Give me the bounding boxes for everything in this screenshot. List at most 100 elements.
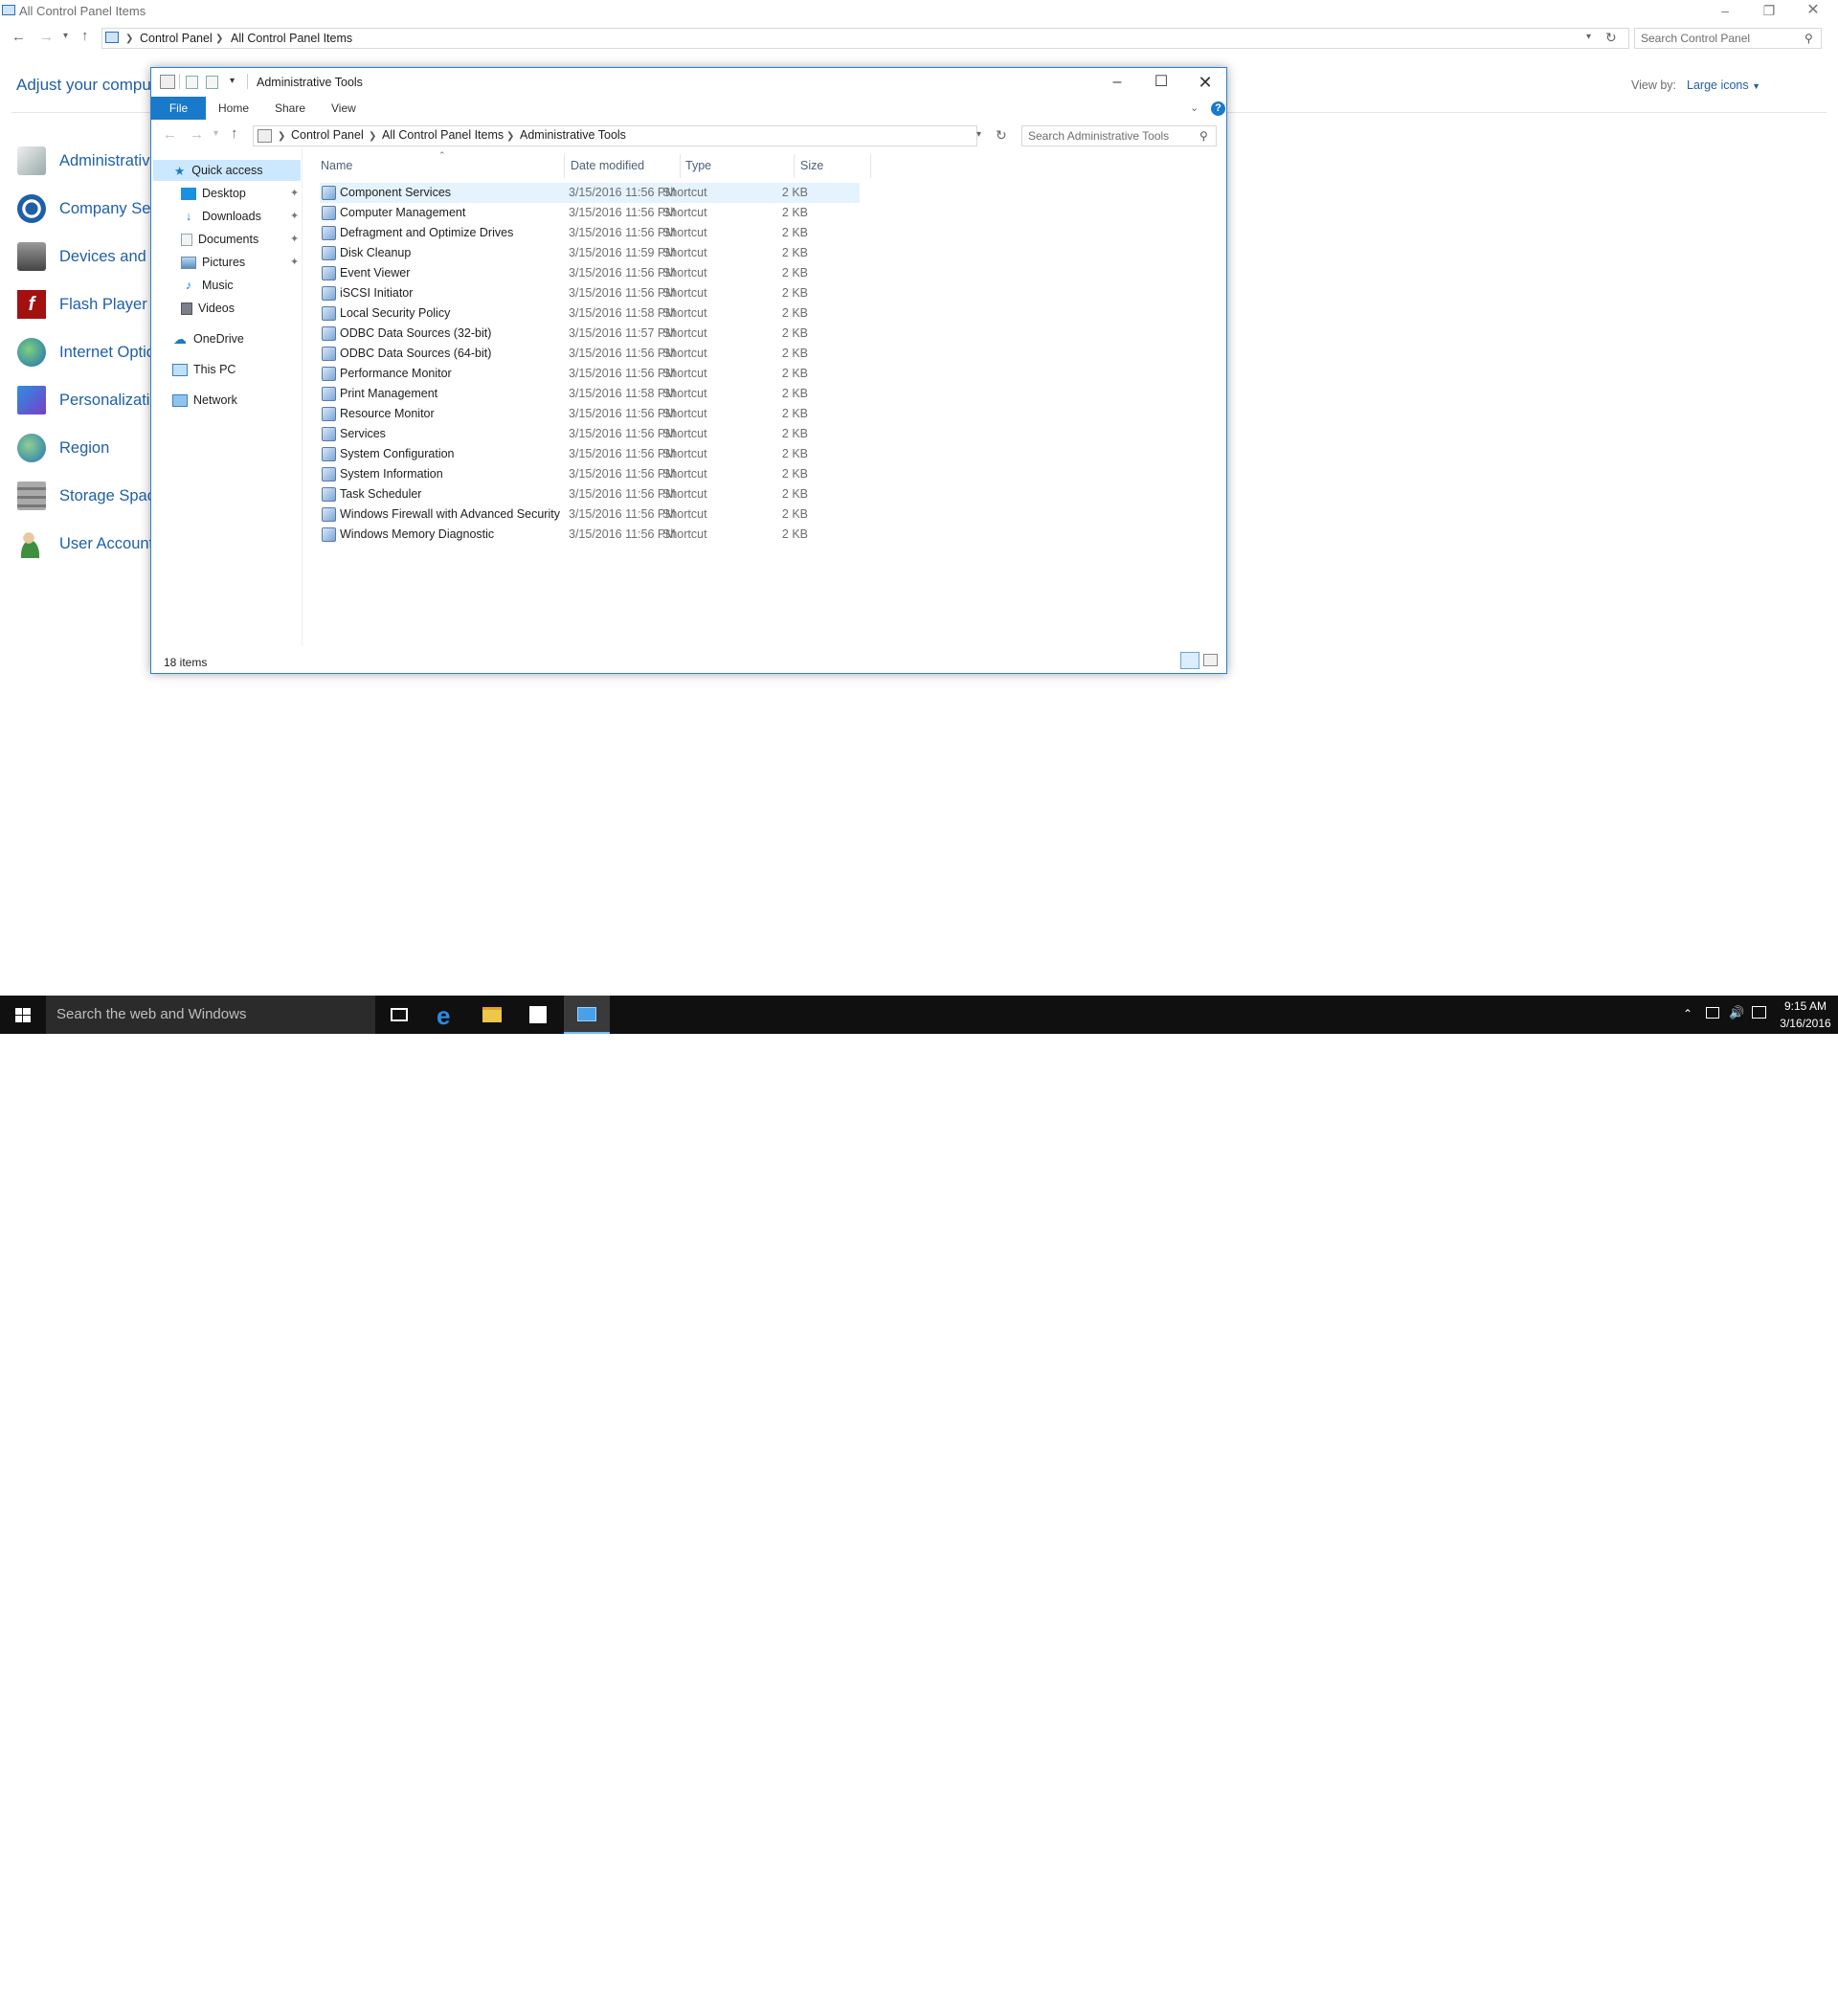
column-divider[interactable] (870, 154, 871, 178)
network-tray-icon[interactable] (1706, 1007, 1719, 1019)
file-row[interactable]: Services 3/15/2016 11:56 PM Shortcut 2 KB (320, 424, 860, 444)
taskbar-search-box[interactable]: Search the web and Windows (46, 996, 375, 1034)
cp-item-user-accounts[interactable]: User Accounts (17, 527, 161, 560)
file-row[interactable]: Performance Monitor 3/15/2016 11:56 PM Sho… (320, 364, 860, 384)
file-explorer-button[interactable] (469, 996, 515, 1034)
recent-locations-chevron-icon[interactable]: ▾ (63, 31, 68, 41)
refresh-icon[interactable]: ↻ (1605, 30, 1617, 46)
address-dropdown-icon[interactable]: ▾ (976, 129, 981, 140)
volume-icon[interactable]: 🔊 (1729, 1005, 1744, 1020)
file-row[interactable]: Component Services 3/15/2016 11:56 PM Shor… (320, 183, 860, 203)
column-divider[interactable] (680, 154, 681, 178)
properties-icon[interactable] (186, 76, 198, 89)
file-row[interactable]: Event Viewer 3/15/2016 11:56 PM Shortcut 2 … (320, 263, 860, 283)
nav-item-quick-access[interactable]: ★ Quick access (174, 160, 308, 181)
recent-locations-chevron-icon[interactable]: ▾ (213, 128, 218, 139)
tab-share[interactable]: Share (275, 101, 305, 115)
action-center-icon[interactable] (1752, 1006, 1766, 1019)
new-folder-icon[interactable] (206, 76, 218, 89)
cp-item-storage-spaces[interactable]: Storage Space (17, 480, 164, 512)
tab-file[interactable]: File (151, 97, 206, 120)
cp-item-flash-player[interactable]: f Flash Player (3 (17, 288, 166, 321)
company-settings-icon (17, 194, 46, 223)
column-divider[interactable] (564, 154, 565, 178)
up-arrow-icon[interactable]: ↑ (81, 28, 89, 44)
task-view-button[interactable] (375, 996, 421, 1034)
location-icon (258, 129, 272, 143)
clock-date[interactable]: 3/16/2016 (1776, 1017, 1835, 1030)
customize-toolbar-chevron-icon[interactable]: ▾ (230, 76, 235, 86)
start-button[interactable] (0, 996, 46, 1034)
help-icon[interactable]: ? (1211, 101, 1225, 116)
file-row[interactable]: Local Security Policy 3/15/2016 11:58 PM S… (320, 303, 860, 324)
file-row[interactable]: Resource Monitor 3/15/2016 11:56 PM Shortc… (320, 404, 860, 424)
minimize-icon[interactable]: – (1704, 0, 1746, 21)
breadcrumb-administrative-tools[interactable]: Administrative Tools (520, 128, 626, 142)
back-arrow-icon[interactable]: ← (163, 126, 177, 143)
nav-item-onedrive[interactable]: ☁ OneDrive (172, 328, 306, 349)
up-arrow-icon[interactable]: ↑ (231, 125, 238, 142)
tab-home[interactable]: Home (218, 101, 249, 115)
file-row[interactable]: ODBC Data Sources (64-bit) 3/15/2016 11:5… (320, 344, 860, 364)
clock-time[interactable]: 9:15 AM (1776, 999, 1835, 1013)
cp-item-devices-and-printers[interactable]: Devices and P (17, 240, 161, 273)
address-dropdown-icon[interactable]: ▾ (1586, 32, 1591, 42)
show-hidden-icons-chevron-icon[interactable]: ⌃ (1683, 1007, 1692, 1020)
store-button[interactable] (515, 996, 561, 1034)
column-divider[interactable] (794, 154, 795, 178)
chevron-down-icon: ▼ (1752, 81, 1761, 91)
search-input[interactable]: Search Administrative Tools (1021, 125, 1217, 146)
cp-item-personalization[interactable]: Personalizatio (17, 384, 159, 416)
close-icon[interactable]: ✕ (1792, 0, 1834, 21)
search-icon[interactable]: ⚲ (1804, 32, 1813, 45)
file-row[interactable]: Print Management 3/15/2016 11:58 PM Shortc… (320, 384, 860, 404)
file-row[interactable]: Disk Cleanup 3/15/2016 11:59 PM Shortcut 2 … (320, 243, 860, 263)
restore-icon[interactable]: ❐ (1748, 0, 1790, 21)
file-row[interactable]: ODBC Data Sources (32-bit) 3/15/2016 11:5… (320, 324, 860, 344)
breadcrumb-control-panel[interactable]: Control Panel (291, 128, 364, 142)
file-row[interactable]: Windows Memory Diagnostic 3/15/2016 11:56… (320, 525, 860, 545)
nav-item-this-pc[interactable]: This PC (172, 359, 306, 380)
cp-item-region[interactable]: Region (17, 432, 109, 464)
file-row[interactable]: System Information 3/15/2016 11:56 PM Shor… (320, 464, 860, 484)
maximize-icon[interactable]: ☐ (1139, 68, 1183, 97)
file-row[interactable]: Computer Management 3/15/2016 11:56 PM Sho… (320, 203, 860, 223)
tab-view[interactable]: View (331, 101, 356, 115)
file-row[interactable]: Defragment and Optimize Drives 3/15/2016 … (320, 223, 860, 243)
taskbar: Search the web and Windows e The Collect… (0, 996, 1838, 2015)
view-by-dropdown[interactable]: Large icons ▼ (1687, 78, 1760, 92)
details-view-icon[interactable] (1180, 652, 1199, 669)
column-header-date-modified[interactable]: Date modified (571, 159, 644, 172)
refresh-icon[interactable]: ↻ (996, 127, 1007, 144)
watermark-text: The Collective Book (1589, 1991, 1777, 2015)
column-header-size[interactable]: Size (800, 159, 823, 172)
close-icon[interactable]: ✕ (1183, 68, 1227, 97)
file-row[interactable]: iSCSI Initiator 3/15/2016 11:56 PM Shortcu… (320, 283, 860, 303)
back-arrow-icon[interactable]: ← (11, 29, 26, 45)
large-icons-view-icon[interactable] (1203, 654, 1218, 666)
control-panel-search-input[interactable]: Search Control Panel (1634, 28, 1822, 49)
cp-item-company-settings[interactable]: Company Set (17, 192, 155, 225)
breadcrumb-all-items[interactable]: All Control Panel Items (231, 32, 352, 45)
cp-item-internet-options[interactable]: Internet Optio (17, 336, 155, 369)
forward-arrow-icon[interactable]: → (39, 29, 54, 45)
task-view-icon (391, 1008, 408, 1021)
control-panel-taskbar-button[interactable] (564, 996, 610, 1034)
file-row[interactable]: Windows Firewall with Advanced Security 3… (320, 504, 860, 525)
expand-ribbon-chevron-icon[interactable]: ⌄ (1190, 101, 1199, 114)
file-row[interactable]: System Configuration 3/15/2016 11:56 PM Sh… (320, 444, 860, 464)
nav-item-videos[interactable]: Videos (181, 298, 315, 319)
search-icon[interactable]: ⚲ (1199, 129, 1208, 143)
forward-arrow-icon[interactable]: → (190, 126, 204, 143)
breadcrumb-all-items[interactable]: All Control Panel Items (382, 128, 504, 142)
file-row[interactable]: Task Scheduler 3/15/2016 11:56 PM Shortcut… (320, 484, 860, 504)
nav-item-music[interactable]: ♪ Music (181, 275, 315, 296)
videos-icon (181, 302, 192, 315)
nav-item-network[interactable]: Network (172, 390, 306, 411)
minimize-icon[interactable]: – (1095, 68, 1139, 97)
column-header-name[interactable]: Name (321, 159, 352, 172)
column-header-type[interactable]: Type (685, 159, 711, 172)
cp-item-administrative-tools[interactable]: Administrative (17, 145, 159, 177)
breadcrumb-control-panel[interactable]: Control Panel (140, 32, 213, 45)
edge-button[interactable]: e (423, 996, 469, 1034)
